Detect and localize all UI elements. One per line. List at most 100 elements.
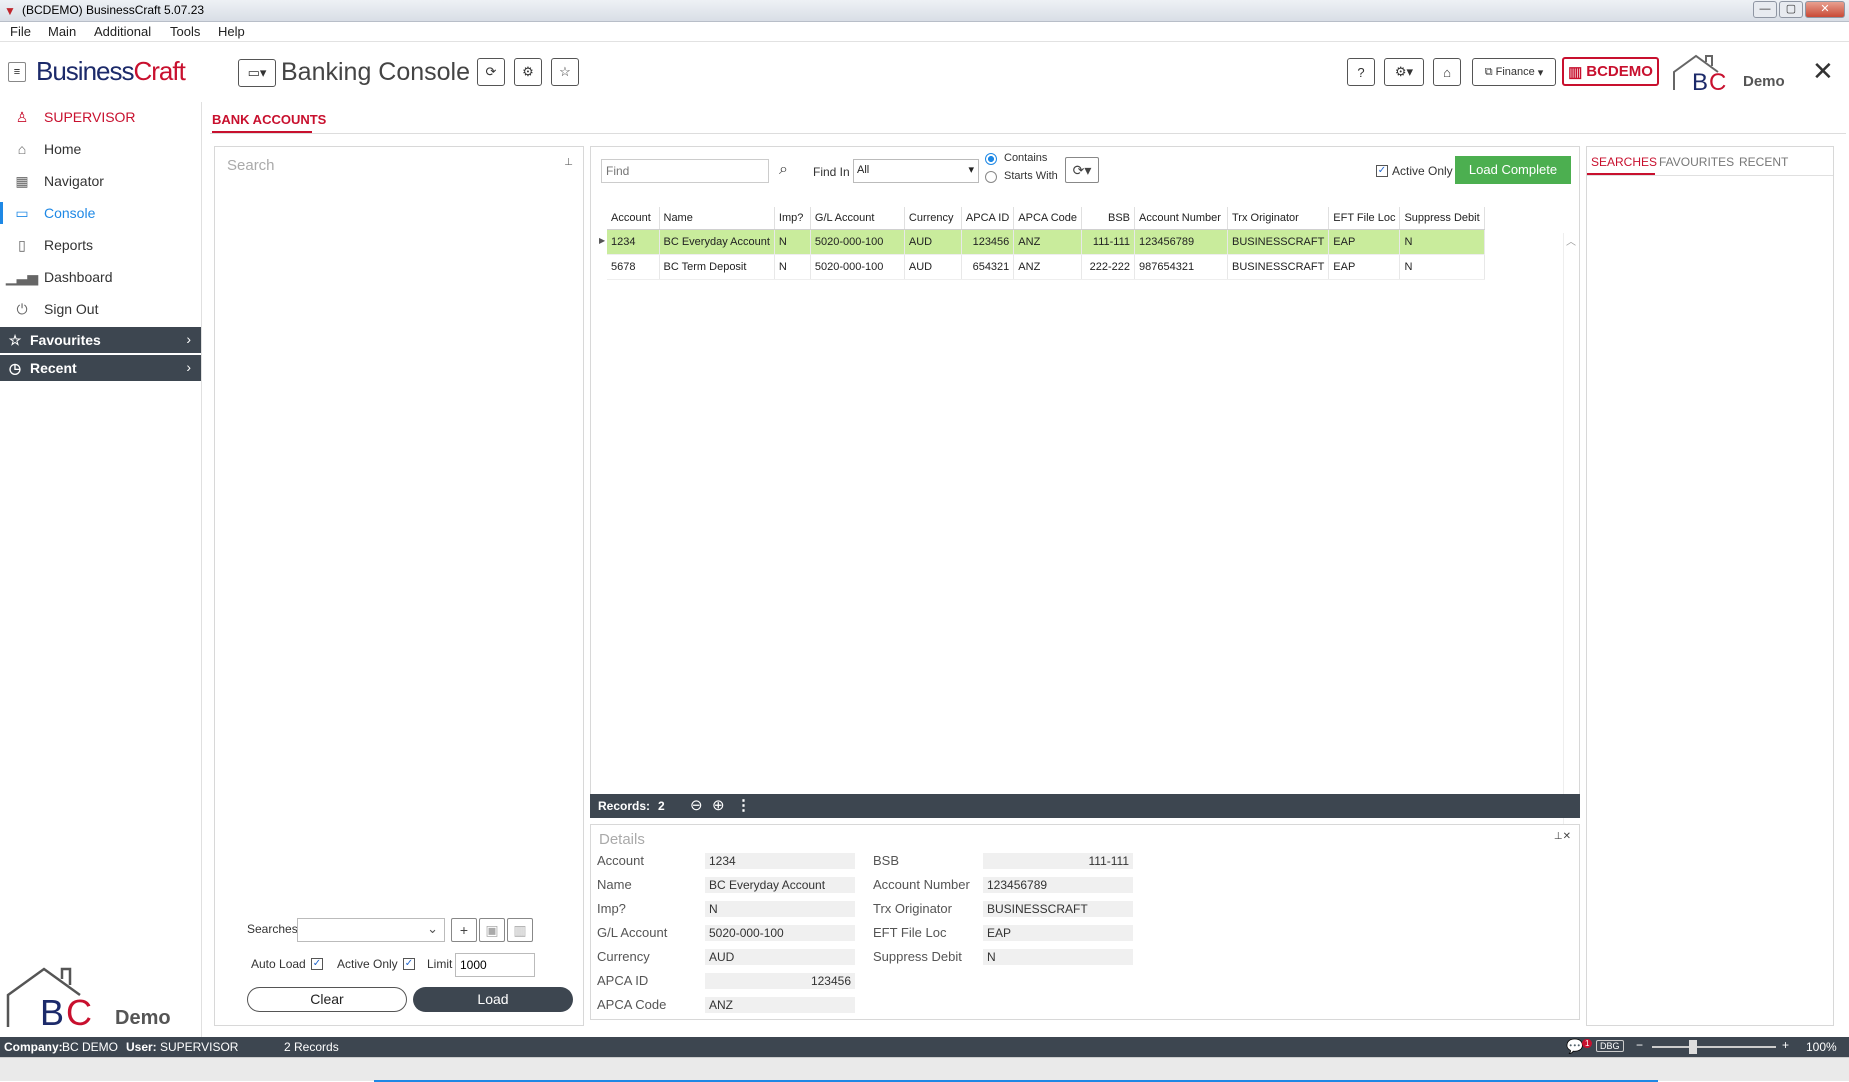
inbox-button[interactable]: ⌂ [1433,58,1461,86]
col-account-number[interactable]: Account Number [1134,207,1228,230]
menu-additional[interactable]: Additional [94,24,151,39]
detail-name-label: Name [597,877,632,892]
sidebar-item-label: Reports [44,237,94,253]
sidebar: ♙ SUPERVISOR ⌂ Home ▦ Navigator ▭ Console ▯ R… [0,102,202,1037]
cell-account-number: 987654321 [1134,254,1228,280]
tab-recent[interactable]: RECENT [1739,155,1788,169]
detail-account-value: 1234 [705,853,855,869]
title-bar: ▼ (BCDEMO) BusinessCraft 5.07.23 — ▢ ✕ [0,0,1849,22]
col-gl-account[interactable]: G/L Account [810,207,905,230]
clock-icon: ◷ [8,359,22,376]
sidebar-item-home[interactable]: ⌂ Home [0,134,202,164]
tab-bank-accounts[interactable]: BANK ACCOUNTS [212,112,326,133]
debug-badge[interactable]: DBG [1596,1040,1624,1052]
collapse-all-icon[interactable]: ⊖ [690,796,703,814]
detail-currency-label: Currency [597,949,650,964]
hamburger-menu-icon[interactable]: ≡ [8,62,26,82]
more-options-icon[interactable]: ⋮ [736,796,751,814]
svg-text:B: B [40,992,64,1029]
chat-icon[interactable]: 💬 [1566,1038,1583,1055]
cell-bsb: 111-111 [1081,229,1135,255]
detail-imp-value: N [705,901,855,917]
sidebar-recent[interactable]: ◷ Recent › [0,355,201,381]
tab-favourites[interactable]: FAVOURITES [1659,155,1734,169]
zoom-slider[interactable] [1652,1046,1776,1048]
contains-radio[interactable] [985,153,997,165]
settings-button[interactable]: ⚙ [514,58,542,86]
finance-module-button[interactable]: ⧉ Finance ▾ [1472,58,1556,86]
detail-bsb-value: 111-111 [983,853,1133,869]
zoom-out-icon[interactable]: − [1636,1038,1643,1052]
table-row[interactable]: 1234 BC Everyday Account N 5020-000-100 … [607,229,1485,255]
minimize-button[interactable]: — [1753,1,1777,18]
col-apca-code[interactable]: APCA Code [1013,207,1082,230]
expand-all-icon[interactable]: ⊕ [712,796,725,814]
refresh-button[interactable]: ⟳ [477,58,505,86]
find-input[interactable] [601,159,769,183]
sidebar-item-console[interactable]: ▭ Console [0,198,202,228]
chevron-down-icon: ⌄ [427,921,438,936]
starts-with-radio[interactable] [985,171,997,183]
favourite-button[interactable]: ☆ [551,58,579,86]
chevron-down-icon: ▾ [1537,66,1544,79]
active-only-filter-checkbox[interactable]: ✓ [1376,165,1388,177]
starts-with-label: Starts With [1004,170,1058,182]
sidebar-item-reports[interactable]: ▯ Reports [0,230,202,260]
load-complete-button[interactable]: Load Complete [1455,156,1571,184]
col-name[interactable]: Name [659,207,775,230]
sidebar-item-sign-out[interactable]: ⏻ Sign Out [0,294,202,324]
scroll-up-icon[interactable]: ︿ [1566,233,1576,248]
active-only-label: Active Only [337,957,398,971]
col-currency[interactable]: Currency [904,207,962,230]
help-button[interactable]: ? [1347,58,1375,86]
add-search-button[interactable]: + [451,918,477,942]
delete-search-button[interactable]: ▥ [507,918,533,942]
company-badge-label: BCDEMO [1586,63,1653,80]
col-trx-originator[interactable]: Trx Originator [1227,207,1330,230]
load-button[interactable]: Load [413,987,573,1012]
sidebar-item-navigator[interactable]: ▦ Navigator [0,166,202,196]
unpin-icon[interactable]: ⊥✕ [1554,831,1571,842]
user-icon: ♙ [15,108,29,125]
menu-help[interactable]: Help [218,24,245,39]
tab-searches[interactable]: SEARCHES [1591,155,1657,169]
console-switch-button[interactable]: ▭▾ [238,59,276,87]
notification-count: 1 [1582,1039,1593,1048]
close-window-button[interactable]: ✕ [1805,1,1845,18]
menu-tools[interactable]: Tools [170,24,200,39]
col-suppress-debit[interactable]: Suppress Debit [1399,207,1485,230]
sidebar-favourites[interactable]: ☆ Favourites › [0,327,201,353]
clear-button[interactable]: Clear [247,987,407,1012]
save-icon: ▣ [485,921,499,938]
close-console-icon[interactable]: ✕ [1812,56,1834,87]
find-in-select[interactable]: All ▾ [853,159,979,183]
settings-menu-button[interactable]: ⚙▾ [1384,58,1424,86]
cell-apca-id: 123456 [961,229,1015,255]
col-account[interactable]: Account [607,207,660,230]
company-badge[interactable]: ▥ BCDEMO [1562,57,1659,86]
zoom-in-icon[interactable]: + [1782,1038,1789,1052]
col-bsb[interactable]: BSB [1081,207,1135,230]
save-search-button[interactable]: ▣ [479,918,505,942]
limit-input[interactable] [455,953,535,977]
menu-file[interactable]: File [10,24,31,39]
sidebar-user[interactable]: ♙ SUPERVISOR [0,102,202,132]
refresh-options-button[interactable]: ⟳▾ [1065,157,1099,183]
pin-icon[interactable]: ⊥ [564,157,573,168]
svg-text:B: B [1692,69,1708,94]
demo-label: Demo [1743,73,1785,90]
active-only-checkbox[interactable]: ✓ [403,958,415,970]
maximize-button[interactable]: ▢ [1779,1,1803,18]
sidebar-item-dashboard[interactable]: ▁▃▅ Dashboard [0,262,202,292]
detail-bsb-label: BSB [873,853,900,868]
auto-load-checkbox[interactable]: ✓ [311,958,323,970]
window-title: (BCDEMO) BusinessCraft 5.07.23 [22,3,205,17]
page-title: Banking Console [281,58,471,86]
col-apca-id[interactable]: APCA ID [961,207,1015,230]
zoom-slider-handle[interactable] [1689,1040,1697,1054]
searches-select[interactable]: ⌄ [297,918,445,942]
col-eft-file-loc[interactable]: EFT File Loc [1328,207,1401,230]
col-imp[interactable]: Imp? [774,207,811,230]
table-row[interactable]: 5678 BC Term Deposit N 5020-000-100 AUD … [607,254,1485,280]
menu-main[interactable]: Main [48,24,76,39]
